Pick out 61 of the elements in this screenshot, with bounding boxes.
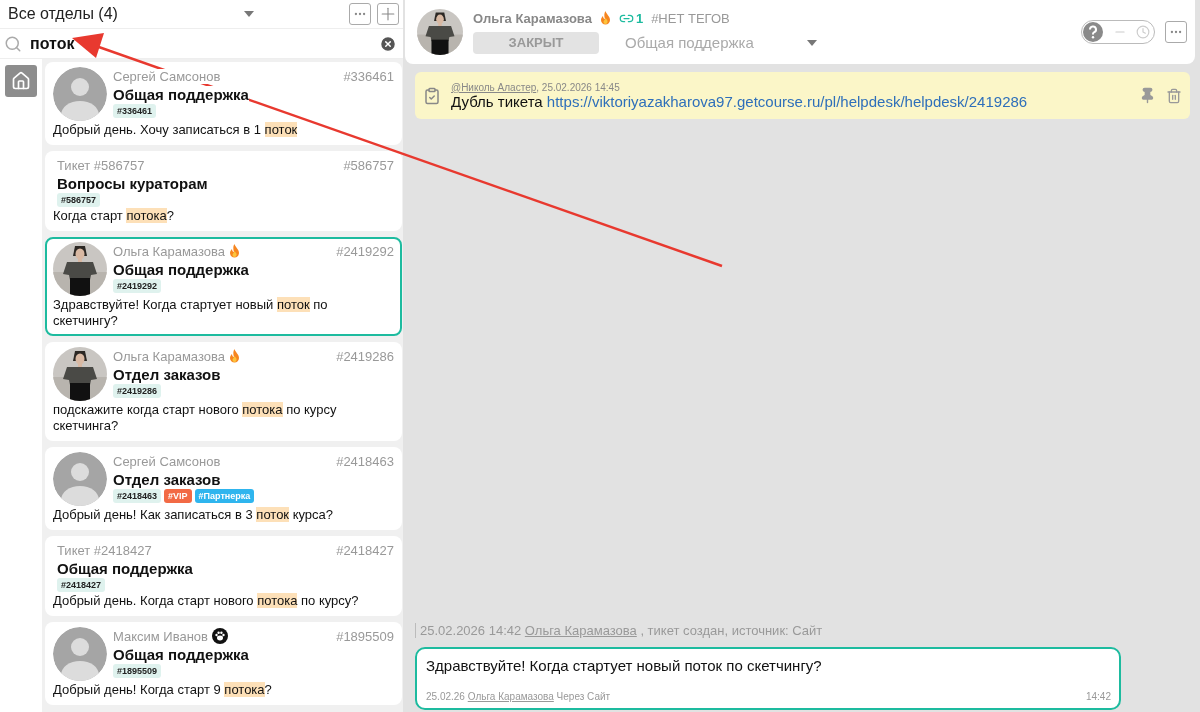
message-preview: Добрый день. Хочу записаться в 1 поток [53, 122, 299, 138]
note-text: Дубль тикета https://viktoriyazakharova97.getcourse.ru/pl/helpdesk/helpdesk/2419286 [451, 92, 1029, 110]
ticket-number: #586757 [343, 157, 394, 173]
ticket-card[interactable]: Тикет #2418427 #2418427 Общая поддержка #2418427 Добрый день. Когда старт нового потока по курсу? [45, 536, 402, 616]
ticket-number: #2419292 [336, 243, 394, 259]
department-dropdown[interactable]: Все отделы (4) [8, 5, 343, 23]
message-preview: Добрый день! Как записаться в 3 поток курса? [53, 507, 335, 523]
tag: #2418463 [113, 489, 162, 503]
ticket-card[interactable]: Максим Иванов #1895509 Общая поддержка #1895509 Добрый день! Когда старт 9 потока? [45, 622, 402, 705]
tag: #Партнерка [194, 489, 255, 503]
ticket-card[interactable]: Ольга Карамазова #2419292 Общая поддержка #2419292 Здравствуйте! Когда стартует новый поток по скетчингу? [45, 237, 402, 336]
department-name: Общая поддержка [113, 261, 249, 278]
author-name: Сергей Самсонов [113, 68, 221, 84]
message-meta: 25.02.26 Ольга Карамазова Через Сайт [426, 691, 611, 702]
ticket-card[interactable]: Сергей Самсонов #2418463 Отдел заказов #2418463 #VIP #Партнерка Добрый день! Как записаться в 3 поток курса? [45, 447, 402, 530]
search-field[interactable]: поток [28, 33, 373, 54]
message-preview: подскажите когда старт нового потока по курсу скетчинга? [53, 402, 338, 434]
message-preview: Когда старт потока? [53, 208, 175, 224]
customer-name: Ольга Карамазова [473, 10, 592, 26]
ticket-card[interactable]: Тикет #586757 #586757 Вопросы кураторам #586757 Когда старт потока? [45, 151, 402, 231]
ticket-number: #2418427 [336, 542, 394, 558]
caret-icon [244, 11, 254, 17]
author-name: Сергей Самсонов [113, 453, 221, 469]
tag: #2419292 [113, 279, 162, 293]
search-icon [4, 34, 22, 53]
clear-icon[interactable] [379, 34, 397, 53]
department-name: Общая поддержка [113, 86, 249, 103]
ticket-link[interactable]: https://viktoriyazakharova97.getcourse.ru/pl/helpdesk/helpdesk/2419286 [546, 92, 1028, 110]
ticket-number: #336461 [343, 68, 394, 84]
department-name: Общая поддержка [113, 646, 249, 663]
tag: #1895509 [113, 664, 162, 678]
tag: #586757 [57, 193, 101, 207]
ticket-number: #1895509 [336, 628, 394, 644]
add-button[interactable] [377, 3, 399, 25]
ticket-number: #2419286 [336, 348, 394, 364]
clock-icon [1136, 25, 1150, 39]
message-preview: Добрый день! Когда старт 9 потока? [53, 682, 273, 698]
clipboard-icon [423, 86, 441, 105]
more-button[interactable] [349, 3, 371, 25]
ticket-number: #2418463 [336, 453, 394, 469]
help-icon [1083, 22, 1103, 42]
trash-icon[interactable] [1166, 87, 1182, 104]
event-log: 25.02.2026 14:42 Ольга Карамазова , тикет создан, источник: Сайт [415, 623, 1195, 638]
message-time: 14:42 [1085, 691, 1111, 702]
home-icon [11, 71, 31, 91]
pin-icon[interactable] [1139, 87, 1156, 104]
ticket-card[interactable]: Сергей Самсонов #336461 Общая поддержка #336461 Добрый день. Хочу записаться в 1 поток [45, 62, 402, 145]
home-button[interactable] [5, 65, 37, 97]
tag: #2419286 [113, 384, 162, 398]
tag: #VIP [164, 489, 192, 503]
note-meta: @Николь Аластер, 25.02.2026 14:45 [451, 81, 621, 93]
tag: #2418427 [57, 578, 106, 592]
message-preview: Добрый день. Когда старт нового потока по курсу? [53, 593, 360, 609]
department-name: Общая поддержка [57, 560, 193, 577]
tag: #336461 [113, 104, 157, 118]
ticket-card[interactable]: Ольга Карамазова #2419286 Отдел заказов #2419286 подскажите когда старт нового потока по курсу скетчинга? [45, 342, 402, 441]
tags-label: #НЕТ ТЕГОВ [651, 10, 730, 26]
more-button[interactable] [1165, 21, 1187, 43]
message-preview: Здравствуйте! Когда стартует новый поток по скетчингу? [53, 297, 329, 329]
message-text: Здравствуйте! Когда стартует новый поток по скетчингу? [426, 657, 823, 674]
caret-icon [807, 39, 817, 46]
